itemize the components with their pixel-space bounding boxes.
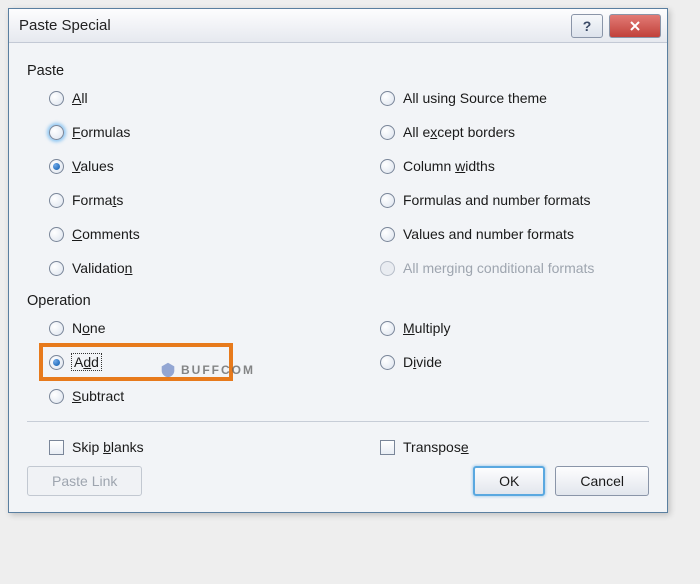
paste-values-nf-radio[interactable] [380,227,395,242]
operation-none-label: None [72,320,106,336]
titlebar: Paste Special ? [9,9,667,43]
operation-divide-row[interactable]: Divide [380,351,669,373]
skip-blanks-row[interactable]: Skip blanks [49,436,338,458]
operation-group-label: Operation [27,293,649,309]
paste-values-nf-row[interactable]: Values and number formats [380,223,669,245]
paste-col-widths-label: Column widths [403,158,495,174]
paste-formats-label: Formats [72,192,123,208]
operation-multiply-label: Multiply [403,320,450,336]
skip-blanks-checkbox[interactable] [49,440,64,455]
paste-formulas-label: Formulas [72,124,130,140]
paste-options: All Formulas Values Formats Comments Validati… [27,87,649,279]
paste-all-theme-radio[interactable] [380,91,395,106]
paste-formulas-radio[interactable] [49,125,64,140]
close-button[interactable] [609,14,661,38]
paste-formulas-row[interactable]: Formulas [49,121,338,143]
paste-values-row[interactable]: Values [49,155,338,177]
operation-divide-radio[interactable] [380,355,395,370]
paste-comments-radio[interactable] [49,227,64,242]
cancel-button[interactable]: Cancel [555,466,649,496]
paste-all-radio[interactable] [49,91,64,106]
dialog-body: Paste All Formulas Values Formats Comments Va… [9,43,667,512]
operation-add-label: Add [72,354,101,370]
operation-subtract-label: Subtract [72,388,124,404]
ok-button[interactable]: OK [473,466,545,496]
paste-validation-row[interactable]: Validation [49,257,338,279]
operation-divide-label: Divide [403,354,442,370]
window-controls: ? [571,9,667,42]
paste-values-nf-label: Values and number formats [403,226,574,242]
check-options: Skip blanks Transpose [27,436,649,458]
highlight-box [39,343,233,381]
paste-link-button[interactable]: Paste Link [27,466,142,496]
paste-merge-cond-label: All merging conditional formats [403,260,594,276]
paste-except-borders-radio[interactable] [380,125,395,140]
operation-multiply-radio[interactable] [380,321,395,336]
paste-all-row[interactable]: All [49,87,338,109]
paste-merge-cond-row: All merging conditional formats [380,257,669,279]
operation-add-radio[interactable] [49,355,64,370]
paste-values-radio[interactable] [49,159,64,174]
dialog-title: Paste Special [19,17,111,34]
paste-except-borders-row[interactable]: All except borders [380,121,669,143]
footer: Paste Link OK Cancel [27,466,649,496]
paste-col-widths-radio[interactable] [380,159,395,174]
help-icon: ? [583,18,592,34]
paste-except-borders-label: All except borders [403,124,515,140]
operation-subtract-radio[interactable] [49,389,64,404]
help-button[interactable]: ? [571,14,603,38]
operation-add-row[interactable]: Add [49,351,338,373]
paste-group-label: Paste [27,63,649,79]
paste-merge-cond-radio [380,261,395,276]
transpose-checkbox[interactable] [380,440,395,455]
paste-formats-row[interactable]: Formats [49,189,338,211]
paste-formulas-nf-radio[interactable] [380,193,395,208]
paste-all-label: All [72,90,88,106]
paste-validation-radio[interactable] [49,261,64,276]
operation-none-row[interactable]: None [49,317,338,339]
transpose-label: Transpose [403,439,469,455]
operation-multiply-row[interactable]: Multiply [380,317,669,339]
paste-all-theme-label: All using Source theme [403,90,547,106]
paste-col-widths-row[interactable]: Column widths [380,155,669,177]
close-icon [628,19,642,33]
paste-validation-label: Validation [72,260,132,276]
separator [27,421,649,422]
paste-all-theme-row[interactable]: All using Source theme [380,87,669,109]
paste-formulas-nf-row[interactable]: Formulas and number formats [380,189,669,211]
operation-options: None Add Subtract Multiply Divide [27,317,649,407]
transpose-row[interactable]: Transpose [380,436,669,458]
paste-comments-label: Comments [72,226,140,242]
operation-subtract-row[interactable]: Subtract [49,385,338,407]
skip-blanks-label: Skip blanks [72,439,144,455]
paste-comments-row[interactable]: Comments [49,223,338,245]
paste-formulas-nf-label: Formulas and number formats [403,192,591,208]
paste-special-dialog: Paste Special ? Paste All Formulas Values F… [8,8,668,513]
paste-formats-radio[interactable] [49,193,64,208]
operation-none-radio[interactable] [49,321,64,336]
paste-values-label: Values [72,158,114,174]
